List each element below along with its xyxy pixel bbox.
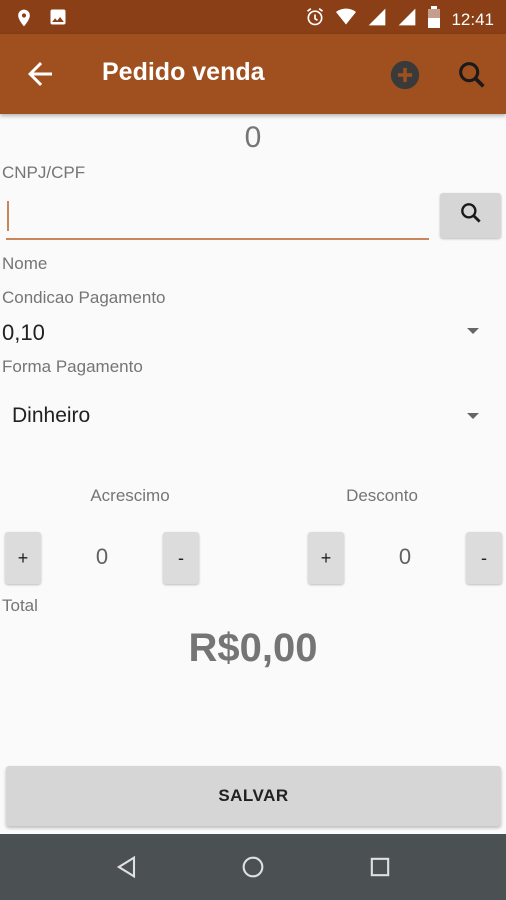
acrescimo-label: Acrescimo xyxy=(90,486,170,505)
status-bar: 12:41 xyxy=(0,0,506,34)
nome-label: Nome xyxy=(2,254,48,273)
signal-icon xyxy=(367,7,387,32)
condicao-pagamento-label: Condicao Pagamento xyxy=(2,288,166,307)
acrescimo-minus-button[interactable]: - xyxy=(163,532,199,584)
add-circle-icon[interactable] xyxy=(388,58,422,92)
condicao-pagamento-value: 0,10 xyxy=(2,320,45,345)
signal-icon xyxy=(397,7,417,32)
navigation-bar xyxy=(0,834,506,900)
search-icon xyxy=(458,200,484,231)
acrescimo-value: 0 xyxy=(95,544,109,569)
wifi-icon xyxy=(335,7,357,32)
back-nav-icon[interactable] xyxy=(113,853,141,881)
text-cursor xyxy=(7,201,9,231)
cnpj-search-button[interactable] xyxy=(440,193,501,238)
home-nav-icon[interactable] xyxy=(239,853,267,881)
image-icon xyxy=(48,7,68,34)
save-button[interactable]: SALVAR xyxy=(6,766,501,826)
acrescimo-plus-button[interactable]: + xyxy=(5,532,41,584)
app-bar: Pedido venda xyxy=(0,34,506,114)
battery-icon xyxy=(427,6,441,33)
chevron-down-icon xyxy=(467,328,479,334)
desconto-label: Desconto xyxy=(346,486,418,505)
status-time: 12:41 xyxy=(451,9,494,29)
forma-pagamento-label: Forma Pagamento xyxy=(2,357,143,376)
search-icon[interactable] xyxy=(455,58,489,92)
desconto-minus-button[interactable]: - xyxy=(466,532,502,584)
total-label: Total xyxy=(2,596,38,615)
total-value: R$0,00 xyxy=(188,626,318,670)
forma-pagamento-value: Dinheiro xyxy=(12,404,91,427)
location-icon xyxy=(14,7,34,34)
order-counter: 0 xyxy=(244,121,262,154)
recents-nav-icon[interactable] xyxy=(366,853,394,881)
arrow-back-icon[interactable] xyxy=(22,56,58,92)
cnpj-input[interactable] xyxy=(6,198,429,240)
alarm-icon xyxy=(305,7,325,32)
desconto-value: 0 xyxy=(398,544,412,569)
desconto-plus-button[interactable]: + xyxy=(308,532,344,584)
page-title: Pedido venda xyxy=(102,58,265,86)
cnpj-label: CNPJ/CPF xyxy=(2,163,86,182)
chevron-down-icon xyxy=(467,413,479,419)
